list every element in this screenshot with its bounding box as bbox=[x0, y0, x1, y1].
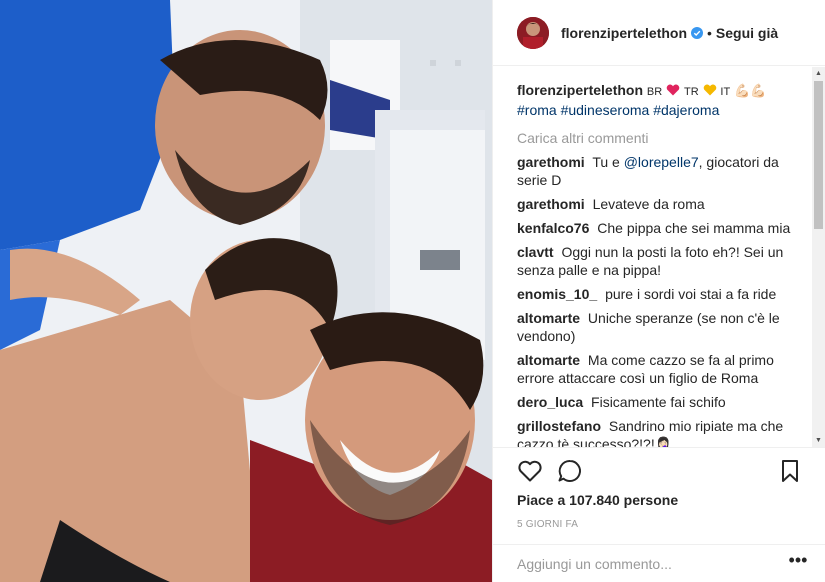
scroll-up-arrow-icon[interactable]: ▲ bbox=[812, 67, 825, 80]
yellow-heart-icon bbox=[703, 84, 716, 96]
comment-item: kenfalco76 Che pippa che sei mamma mia bbox=[517, 219, 813, 237]
comment-username[interactable]: dero_luca bbox=[517, 394, 583, 410]
flexed-biceps-icon: 💪🏻💪🏻 bbox=[734, 83, 767, 98]
action-bar bbox=[517, 458, 802, 484]
caption-text-br: BR bbox=[646, 86, 663, 98]
add-comment-section: ••• bbox=[493, 544, 825, 582]
comment-text: Che pippa che sei mamma mia bbox=[597, 220, 791, 236]
comment-item: altomarte Uniche speranze (se non c'è le… bbox=[517, 309, 813, 345]
comment-username[interactable]: kenfalco76 bbox=[517, 220, 589, 236]
hashtag-link[interactable]: #udineseroma bbox=[561, 102, 650, 118]
comment-item: altomarte Ma come cazzo se fa al primo e… bbox=[517, 351, 813, 387]
comment-text: pure i sordi voi stai a fa ride bbox=[605, 286, 777, 302]
comment-item: grillostefano Sandrino mio ripiate ma ch… bbox=[517, 417, 813, 447]
comment-username[interactable]: clavtt bbox=[517, 244, 554, 260]
like-count[interactable]: Piace a 107.840 persone bbox=[517, 492, 678, 508]
following-button[interactable]: Segui già bbox=[716, 25, 778, 41]
speech-bubble-icon[interactable] bbox=[557, 458, 583, 484]
more-options-icon[interactable]: ••• bbox=[788, 551, 808, 573]
mention-link[interactable]: @lorepelle7 bbox=[624, 154, 699, 170]
comment-text: Levateve da roma bbox=[592, 196, 705, 212]
comments-scrollbar[interactable]: ▲ ▼ bbox=[812, 67, 825, 447]
comments-list[interactable]: florenzipertelethon BR TR IT 💪🏻💪🏻 #roma … bbox=[493, 67, 813, 447]
comment-text: Oggi nun la posti la foto eh?! Sei un se… bbox=[517, 244, 784, 278]
scroll-down-arrow-icon[interactable]: ▼ bbox=[812, 434, 825, 447]
selfie-image bbox=[0, 0, 492, 582]
comment-username[interactable]: altomarte bbox=[517, 310, 580, 326]
bookmark-icon[interactable] bbox=[777, 458, 803, 484]
caption-username[interactable]: florenzipertelethon bbox=[517, 82, 643, 98]
post-sidebar: florenzipertelethon • Segui già florenzi… bbox=[492, 0, 825, 582]
caption-text-tr: TR bbox=[683, 86, 699, 98]
hashtag-link[interactable]: #roma bbox=[517, 102, 557, 118]
comment-username[interactable]: garethomi bbox=[517, 196, 585, 212]
verified-badge-icon bbox=[691, 26, 704, 39]
post-header: florenzipertelethon • Segui già bbox=[493, 0, 825, 66]
comment-username[interactable]: altomarte bbox=[517, 352, 580, 368]
comment-username[interactable]: garethomi bbox=[517, 154, 585, 170]
post-timestamp[interactable]: 5 GIORNI FA bbox=[517, 519, 578, 530]
caption-text-it: IT bbox=[720, 86, 731, 98]
comment-item: garethomi Tu e @lorepelle7, giocatori da… bbox=[517, 153, 813, 189]
comment-item: enomis_10_ pure i sordi voi stai a fa ri… bbox=[517, 285, 813, 303]
post-photo[interactable] bbox=[0, 0, 492, 582]
heart-icon[interactable] bbox=[517, 458, 543, 484]
separator-dot: • bbox=[707, 24, 712, 41]
avatar[interactable] bbox=[517, 16, 549, 49]
add-comment-input[interactable] bbox=[517, 556, 767, 572]
comment-item: garethomi Levateve da roma bbox=[517, 195, 813, 213]
post-caption: florenzipertelethon BR TR IT 💪🏻💪🏻 #roma … bbox=[517, 81, 813, 119]
header-username[interactable]: florenzipertelethon bbox=[561, 25, 687, 41]
comment-username[interactable]: enomis_10_ bbox=[517, 286, 597, 302]
comment-text: Tu e bbox=[592, 154, 620, 170]
comment-item: clavtt Oggi nun la posti la foto eh?! Se… bbox=[517, 243, 813, 279]
comment-username[interactable]: grillostefano bbox=[517, 418, 601, 434]
scrollbar-thumb[interactable] bbox=[814, 81, 823, 229]
red-heart-icon bbox=[666, 84, 680, 96]
load-more-comments[interactable]: Carica altri commenti bbox=[517, 129, 813, 147]
hashtag-link[interactable]: #dajeroma bbox=[653, 102, 719, 118]
comment-item: dero_luca Fisicamente fai schifo bbox=[517, 393, 813, 411]
post-actions: Piace a 107.840 persone 5 GIORNI FA ••• bbox=[493, 447, 825, 582]
comment-text: Fisicamente fai schifo bbox=[591, 394, 726, 410]
